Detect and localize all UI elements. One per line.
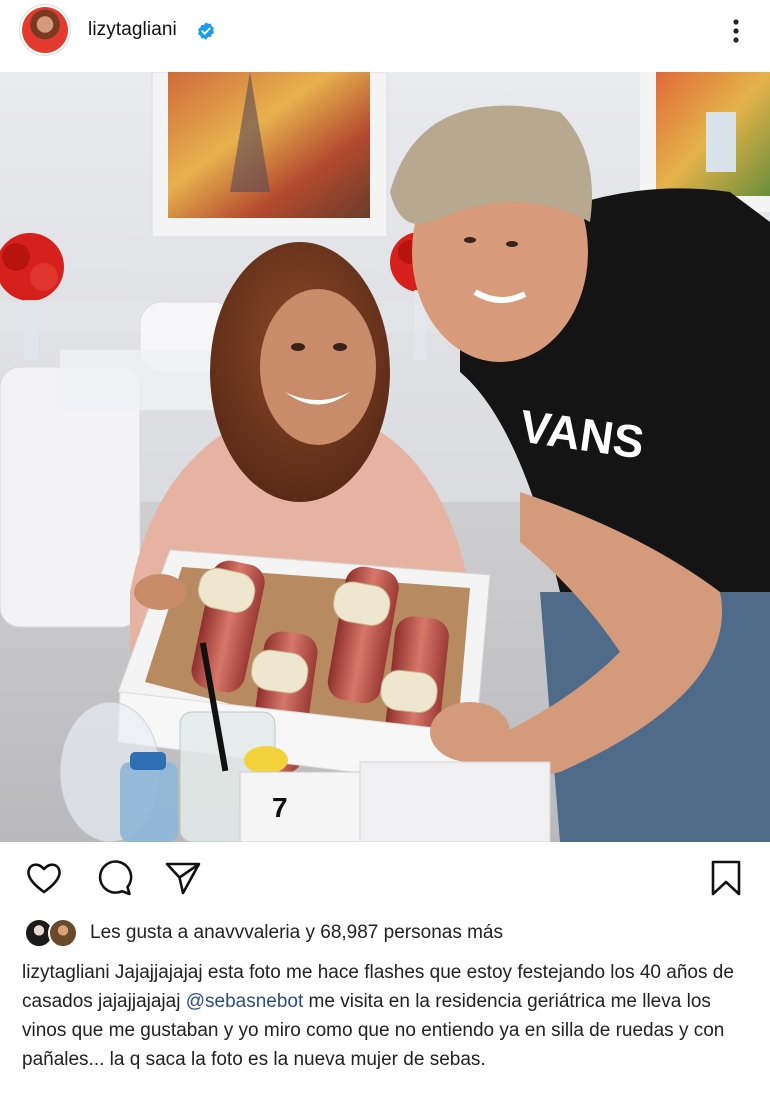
send-icon[interactable] bbox=[163, 858, 203, 898]
post-header: lizytagliani bbox=[0, 0, 770, 66]
caption-username[interactable]: lizytagliani bbox=[22, 962, 110, 983]
post-image[interactable]: VANS 7 bbox=[0, 72, 770, 842]
likes-text[interactable]: Les gusta a anavvvaleria y 68,987 person… bbox=[90, 922, 503, 944]
likes-summary: Les gusta a anavvvaleria y 68,987 person… bbox=[22, 916, 762, 948]
liker-avatar[interactable] bbox=[48, 918, 78, 948]
more-options-icon[interactable] bbox=[724, 14, 748, 48]
likes-suffix: personas más bbox=[378, 922, 504, 943]
likes-prefix: Les gusta a bbox=[90, 922, 194, 943]
user-avatar[interactable] bbox=[22, 7, 68, 53]
comment-icon[interactable] bbox=[94, 858, 134, 898]
post-caption: lizytagliani Jajajjajajaj esta foto me h… bbox=[22, 958, 752, 1074]
svg-text:7: 7 bbox=[272, 792, 288, 823]
heart-icon[interactable] bbox=[24, 858, 64, 898]
post-photo: VANS 7 bbox=[0, 72, 770, 842]
verified-badge-icon bbox=[198, 22, 214, 40]
bookmark-icon[interactable] bbox=[706, 858, 746, 898]
post-username[interactable]: lizytagliani bbox=[88, 19, 177, 41]
likes-count[interactable]: 68,987 bbox=[320, 922, 378, 943]
caption-mention-link[interactable]: @sebasnebot bbox=[186, 991, 304, 1012]
post-actions-bar bbox=[0, 850, 770, 906]
likes-middle: y bbox=[300, 922, 321, 943]
liker-username[interactable]: anavvvaleria bbox=[194, 922, 301, 943]
